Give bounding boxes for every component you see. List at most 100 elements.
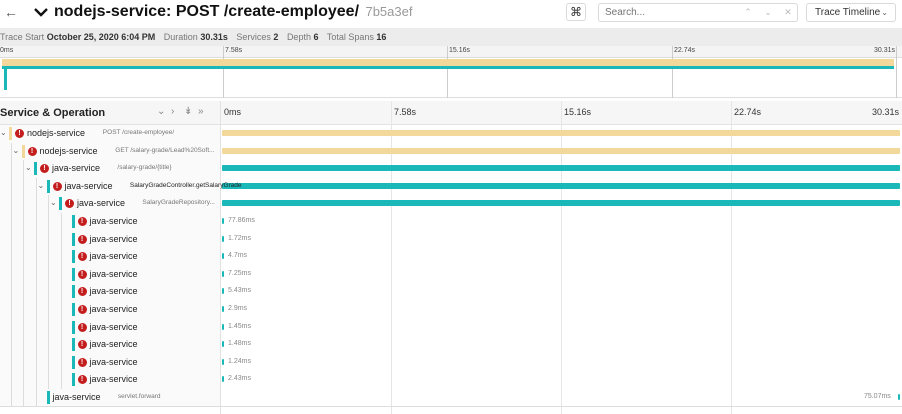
span-name-cell[interactable]: ! java-service — [0, 353, 220, 372]
span-bar[interactable] — [222, 165, 900, 172]
span-row[interactable]: ! java-service 4.7ms — [0, 248, 902, 266]
error-icon: ! — [40, 164, 49, 174]
span-name-cell[interactable]: ⌄! nodejs-service GET /salary-grade/Lead%2… — [0, 142, 220, 161]
error-icon: ! — [27, 146, 37, 156]
service-name: java-service — [89, 374, 138, 385]
chevron-down-icon[interactable] — [32, 2, 50, 22]
span-name-cell[interactable]: ! java-service — [0, 230, 220, 249]
collapse-all-icon[interactable]: ↡ — [184, 106, 192, 117]
span-bar[interactable] — [222, 376, 224, 383]
span-name-cell[interactable]: ⌄! java-service/salary-grade/{title} — [0, 160, 220, 178]
column-splitter[interactable] — [220, 101, 221, 414]
span-name-cell[interactable]: ⌄! java-service SalaryGradeRepository... — [0, 195, 220, 213]
span-duration: 1.48ms — [228, 340, 251, 348]
span-row[interactable]: ! java-service 2.43ms — [0, 371, 902, 389]
trace-minimap[interactable]: 0ms 7.58s 15.16s 22.74s 30.31s — [0, 46, 902, 98]
error-icon: ! — [77, 375, 87, 385]
span-name-cell[interactable]: ! java-service — [0, 336, 220, 354]
span-bar[interactable] — [222, 323, 224, 330]
service-color-bar — [71, 320, 75, 334]
span-row[interactable]: ! java-service 1.72ms — [0, 230, 902, 249]
indent-guide — [10, 318, 12, 337]
indent-guide — [10, 177, 12, 196]
service-color-bar — [34, 162, 37, 176]
service-operation-heading: Service & Operation — [0, 107, 106, 119]
indent-guide — [48, 283, 49, 301]
keyboard-shortcuts-button[interactable]: ⌘ — [566, 3, 586, 21]
indent-guide — [23, 301, 24, 319]
indent-guide — [23, 177, 24, 196]
span-name-cell[interactable]: ! java-service — [0, 371, 220, 389]
view-select-dropdown[interactable]: Trace Timeline ⌄ — [806, 3, 896, 22]
indent-guide — [35, 195, 37, 213]
span-name-cell[interactable]: ! java-service — [0, 248, 220, 266]
expand-one-icon[interactable]: › — [171, 106, 174, 117]
indent-guide — [48, 265, 49, 284]
span-bar[interactable] — [222, 235, 224, 242]
span-row[interactable]: ! java-service 2.9ms — [0, 301, 902, 319]
indent-guide — [35, 389, 37, 407]
collapse-one-icon[interactable]: ⌄ — [157, 106, 165, 117]
chevron-down-icon[interactable]: ⌄ — [13, 146, 20, 155]
chevron-down-icon[interactable]: ⌄ — [25, 163, 32, 172]
duration-label: Duration — [163, 32, 198, 42]
span-bar[interactable] — [222, 130, 900, 136]
span-bar[interactable] — [222, 341, 224, 348]
span-row[interactable]: java-service servlet.forward 75.07ms — [0, 389, 902, 407]
span-name-cell[interactable]: ! java-service — [0, 283, 220, 301]
expand-all-icon[interactable]: » — [198, 106, 204, 117]
span-name-cell[interactable]: ! java-service — [0, 301, 220, 319]
timeline-tick: 15.16s — [564, 107, 592, 117]
search-input[interactable] — [599, 4, 739, 21]
close-icon[interactable]: ✕ — [779, 5, 797, 20]
span-bar[interactable] — [222, 358, 224, 365]
span-row[interactable]: ⌄! nodejs-service POST /create-employee/ — [0, 125, 902, 143]
span-name-cell[interactable]: ! java-service — [0, 213, 220, 231]
chevron-down-icon[interactable]: ⌄ — [759, 5, 777, 20]
service-color-bar — [59, 197, 62, 211]
services-label: Services — [236, 32, 271, 42]
span-name-cell[interactable]: ! java-service — [0, 318, 220, 337]
error-icon: ! — [77, 287, 87, 297]
span-name-cell[interactable]: ⌄! nodejs-service POST /create-employee/ — [0, 125, 220, 143]
duration-value: 30.31s — [200, 32, 228, 42]
error-icon: ! — [77, 234, 87, 244]
span-bar[interactable] — [222, 306, 224, 312]
service-name: java-service — [89, 339, 138, 350]
chevron-down-icon[interactable]: ⌄ — [38, 181, 45, 190]
minimap-tick: 30.31s — [874, 47, 896, 54]
span-row[interactable]: ! java-service 1.45ms — [0, 318, 902, 337]
arrow-left-icon[interactable]: ← — [4, 4, 20, 20]
indent-guide — [60, 283, 62, 301]
span-bar[interactable] — [222, 147, 900, 154]
service-color-bar — [46, 391, 50, 404]
span-bar[interactable] — [222, 270, 224, 277]
span-row[interactable]: ! java-service 5.43ms — [0, 283, 902, 301]
error-icon: ! — [52, 181, 62, 191]
span-row[interactable]: ! java-service 1.48ms — [0, 336, 902, 354]
error-icon: ! — [77, 217, 87, 226]
span-row[interactable]: ⌄! java-service SalaryGradeController.getS… — [0, 177, 902, 196]
indent-guide — [10, 142, 12, 161]
trace-title-text: nodejs-service: POST /create-employee/ — [54, 3, 360, 20]
span-name-cell[interactable]: ! java-service — [0, 265, 220, 284]
span-bar[interactable] — [222, 218, 225, 224]
span-bar[interactable] — [897, 394, 900, 400]
trace-header: ← nodejs-service: POST /create-employee/… — [0, 0, 902, 26]
span-name-cell[interactable]: ⌄! java-service SalaryGradeController.getS… — [0, 177, 242, 196]
span-row[interactable]: ⌄! java-service SalaryGradeRepository... — [0, 195, 902, 213]
span-row[interactable]: ! java-service 77.86ms — [0, 213, 902, 231]
span-bar[interactable] — [222, 253, 224, 260]
span-bar[interactable] — [222, 182, 900, 189]
span-row[interactable]: ! java-service 1.24ms — [0, 353, 902, 372]
chevron-down-icon[interactable]: ⌄ — [0, 128, 7, 137]
span-row[interactable]: ⌄! java-service/salary-grade/{title} — [0, 160, 902, 178]
span-bar[interactable] — [222, 288, 224, 295]
indent-guide — [60, 301, 62, 319]
span-row[interactable]: ! java-service 7.25ms — [0, 265, 902, 284]
span-row[interactable]: ⌄! nodejs-service GET /salary-grade/Lead%2… — [0, 142, 902, 161]
chevron-up-icon[interactable]: ⌃ — [739, 5, 757, 20]
chevron-down-icon[interactable]: ⌄ — [50, 198, 57, 207]
span-name-cell[interactable]: java-service servlet.forward — [0, 389, 220, 407]
span-bar[interactable] — [222, 200, 900, 207]
